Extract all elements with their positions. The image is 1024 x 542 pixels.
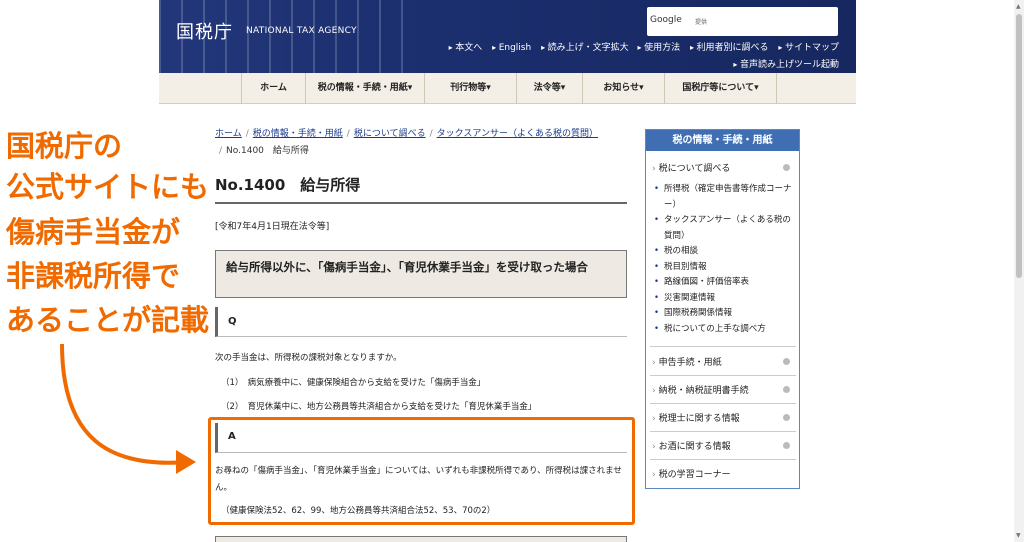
nav-laws[interactable]: 法令等▾ [516, 73, 582, 104]
header-links: 本文へ English 読み上げ・文字拡大 使用方法 利用者別に調べる サイトマ… [442, 40, 839, 53]
circle-icon [783, 414, 790, 421]
sidebar-divider [650, 403, 796, 404]
scrollbar-thumb[interactable] [1016, 14, 1022, 278]
annotation-line-3: 傷病手当金が [6, 215, 181, 249]
scroll-down-icon[interactable]: ▼ [1016, 532, 1021, 539]
sidebar-section-payment[interactable]: 納税・納税証明書手続 [652, 383, 749, 396]
global-nav: ホーム 税の情報・手続・用紙▾ 刊行物等▾ 法令等▾ お知らせ▾ 国税庁等につい… [159, 73, 856, 104]
q-item-1: （1） 病気療養中に、健康保険組合から支給を受けた「傷病手当金」 [221, 378, 486, 388]
sidebar-item-taxanswer[interactable]: タックスアンサー（よくある税の質問） [654, 213, 794, 244]
header-link-sitemap[interactable]: サイトマップ [778, 43, 839, 53]
sidebar-item-international[interactable]: 国際税務関係情報 [654, 306, 794, 322]
annotation-line-1: 国税庁の [6, 129, 123, 163]
annotation-line-4: 非課税所得で [6, 259, 181, 293]
nav-publications[interactable]: 刊行物等▾ [424, 73, 516, 104]
sidebar: 税の情報・手続・用紙 税について調べる 所得税（確定申告書等作成コーナー） タッ… [645, 129, 800, 489]
q-heading: Q [215, 307, 627, 337]
scroll-up-icon[interactable]: ▲ [1016, 3, 1021, 10]
sidebar-item-income-tax[interactable]: 所得税（確定申告書等作成コーナー） [654, 182, 794, 213]
nav-notices[interactable]: お知らせ▾ [582, 73, 664, 104]
search-brand: Google [650, 15, 682, 25]
nav-home[interactable]: ホーム [241, 73, 305, 104]
sidebar-section-tax-accountant[interactable]: 税理士に関する情報 [652, 411, 740, 424]
q-text: 次の手当金は、所得税の課税対象となりますか。 [215, 353, 402, 363]
logo-en[interactable]: NATIONAL TAX AGENCY [246, 26, 357, 36]
question-title-box: 給与所得以外に、「傷病手当金」、「育児休業手当金」を受け取った場合 [215, 250, 627, 298]
sidebar-item-disaster[interactable]: 災害関連情報 [654, 291, 794, 307]
sidebar-section-liquor[interactable]: お酒に関する情報 [652, 439, 731, 452]
answer-highlight-box [208, 417, 635, 525]
sidebar-top-link[interactable]: 税について調べる [652, 161, 731, 174]
header-link-usage[interactable]: 使用方法 [638, 43, 681, 53]
site-header: 国税庁 NATIONAL TAX AGENCY Google 提供 本文へ En… [159, 0, 856, 73]
sidebar-item-howto[interactable]: 税についての上手な調べ方 [654, 322, 794, 338]
circle-icon [783, 386, 790, 393]
sidebar-divider [650, 346, 796, 347]
breadcrumb-home[interactable]: ホーム [215, 129, 242, 139]
sidebar-item-by-tax[interactable]: 税目別情報 [654, 260, 794, 276]
circle-icon [783, 164, 790, 171]
sidebar-section-learning[interactable]: 税の学習コーナー [652, 467, 731, 480]
voice-tool-link[interactable]: 音声読み上げツール起動 [733, 57, 839, 70]
header-link-english[interactable]: English [492, 43, 531, 53]
as-of-date: [令和7年4月1日現在法令等] [215, 222, 330, 232]
sidebar-item-consult[interactable]: 税の相談 [654, 244, 794, 260]
breadcrumb-research[interactable]: 税について調べる [354, 129, 426, 139]
q-item-2: （2） 育児休業中に、地方公務員等共済組合から支給を受けた「育児休業手当金」 [221, 402, 537, 412]
breadcrumb-taxanswer[interactable]: タックスアンサー（よくある税の質問） [437, 129, 598, 139]
sidebar-header[interactable]: 税の情報・手続・用紙 [646, 130, 799, 151]
sidebar-item-rosenka[interactable]: 路線価図・評価倍率表 [654, 275, 794, 291]
search-input[interactable]: Google 提供 [647, 7, 838, 36]
logo-jp[interactable]: 国税庁 [176, 18, 233, 44]
next-section-box [215, 536, 627, 542]
q-label: Q [228, 316, 237, 327]
header-link-readaloud[interactable]: 読み上げ・文字拡大 [541, 43, 629, 53]
header-link-main[interactable]: 本文へ [449, 43, 483, 53]
page-title: No.1400 給与所得 [215, 176, 361, 194]
circle-icon [783, 358, 790, 365]
sidebar-divider [650, 431, 796, 432]
sidebar-divider [650, 375, 796, 376]
circle-icon [783, 442, 790, 449]
breadcrumb: ホーム / 税の情報・手続・用紙 / 税について調べる / タックスアンサー（よくある税の質… [215, 129, 598, 156]
question-title: 給与所得以外に、「傷病手当金」、「育児休業手当金」を受け取った場合 [226, 260, 588, 274]
sidebar-section-filing[interactable]: 申告手続・用紙 [652, 355, 722, 368]
breadcrumb-tax-info[interactable]: 税の情報・手続・用紙 [253, 129, 343, 139]
title-divider [215, 202, 627, 204]
nav-tax-info[interactable]: 税の情報・手続・用紙▾ [305, 73, 424, 104]
arrow-icon [60, 343, 196, 474]
scrollbar[interactable]: ▲ ▼ [1014, 0, 1024, 542]
header-link-by-user[interactable]: 利用者別に調べる [690, 43, 769, 53]
annotation-line-2: 公式サイトにも [6, 170, 210, 204]
sidebar-divider [650, 459, 796, 460]
search-placeholder: 提供 [695, 19, 708, 26]
breadcrumb-current: No.1400 給与所得 [226, 146, 309, 156]
nav-about[interactable]: 国税庁等について▾ [664, 73, 777, 104]
sidebar-list: 所得税（確定申告書等作成コーナー） タックスアンサー（よくある税の質問） 税の相… [654, 182, 794, 337]
